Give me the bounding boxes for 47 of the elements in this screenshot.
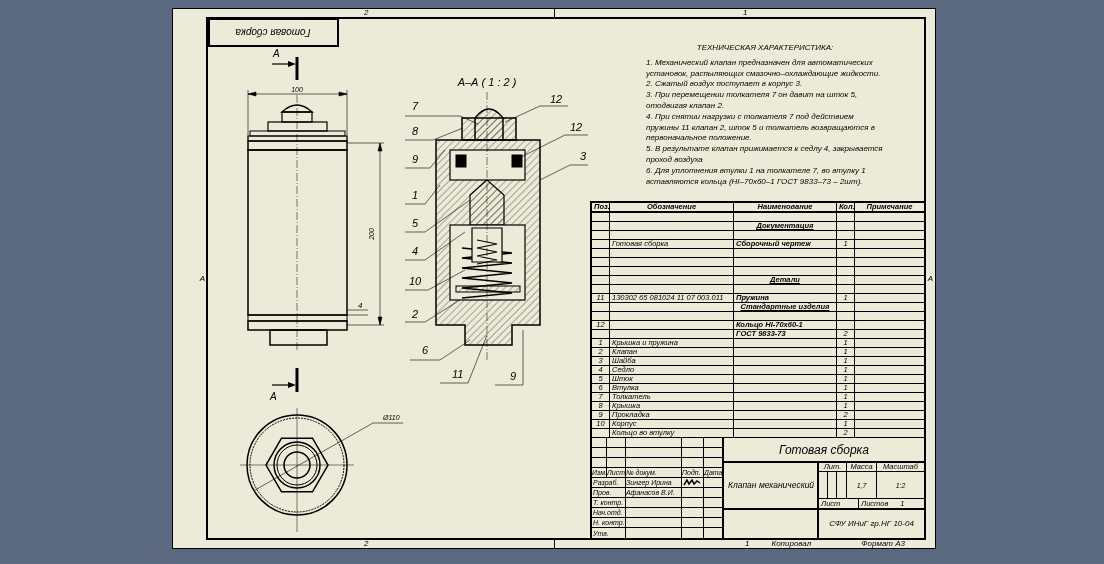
note-text: 3. При перемещении толкателя 7 он давит на шток 5, отодвигая клапан 2. — [646, 90, 859, 112]
zone-label: А — [199, 272, 205, 285]
leader-line — [404, 269, 466, 291]
callout-number: 6 — [422, 344, 429, 356]
leader-line — [539, 164, 589, 181]
note-text: 2. Сжатый воздух поступает в корпус 3. — [646, 79, 804, 91]
copied-label: Копировал — [771, 540, 812, 548]
callout-number: 7 — [412, 100, 419, 112]
note-text: 5. В результате клапан прижимается к седлу 4, закрывается проход воздуха — [646, 144, 884, 166]
zone-label: 1 — [743, 8, 748, 17]
leader-line — [404, 299, 461, 323]
zone-label: 1 — [745, 540, 750, 548]
callout-number: 11 — [452, 368, 464, 380]
callout-number: 5 — [412, 217, 419, 229]
leader-line — [404, 149, 446, 169]
zone-label: А — [927, 272, 934, 285]
stamp-title: Готовая сборка — [235, 27, 311, 39]
callout-number: 1 — [412, 189, 419, 201]
note-text: 4. При снятии нагрузки с толкателя 7 под действием пружины 11 клапан 2, шток 5 и толкатель возвращаются в первоначальное положение. — [646, 111, 876, 145]
note-text: 6. Для уплотнения втулки 1 на толкателе 7, во втулку 1 вставляются кольца (НІ–70x60–1 ГОСТ 9833–73 – 2шт). — [646, 165, 867, 188]
callout-number: 3 — [580, 150, 587, 162]
organization-code: СФУ ИНиГ гр.НГ 10-04 — [829, 520, 914, 528]
leader-line — [404, 127, 464, 141]
section-mark: А — [270, 391, 277, 402]
notes-title: ТЕХНИЧЕСКАЯ ХАРАКТЕРИСТИКА: — [695, 43, 835, 54]
dimension-value: 4 — [358, 301, 363, 310]
callout-number: 9 — [412, 153, 419, 165]
leader-line — [404, 231, 466, 261]
note-text: 1. Механический клапан предназначен для автоматических установок, распыляющих смазочно–охлаждающие жидкости. — [646, 57, 882, 80]
callout-number: 2 — [412, 308, 419, 320]
leader-line — [504, 105, 569, 123]
section-mark: А — [273, 48, 280, 59]
document-title: Готовая сборка — [779, 443, 869, 456]
section-title: А–А ( 1 : 2 ) — [457, 76, 517, 88]
callout-number: 12 — [550, 93, 563, 105]
callout-number: 9 — [510, 370, 517, 382]
callout-number: 4 — [412, 245, 419, 257]
callout-number: 10 — [409, 275, 422, 287]
zone-label: 2 — [364, 8, 369, 17]
section-arrow — [271, 368, 299, 392]
zone-label: 2 — [364, 539, 369, 548]
callout-number: 12 — [570, 121, 583, 133]
callout-number: 8 — [412, 125, 419, 137]
product-name: Клапан механический — [728, 481, 815, 490]
section-arrow — [271, 57, 299, 80]
leader-line — [494, 329, 524, 386]
format-label: Формат А3 — [861, 540, 906, 548]
